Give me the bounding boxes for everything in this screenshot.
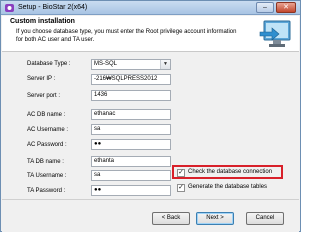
wizard-header: Custom installation If you choose databa…	[2, 16, 299, 52]
ac-db-name-input[interactable]: ethanac	[91, 109, 171, 120]
generate-tables-option[interactable]: ✓ Generate the database tables	[177, 184, 281, 194]
ta-password-input[interactable]: ●●	[91, 185, 171, 196]
page-title: Custom installation	[10, 18, 75, 25]
check-db-connection-label: Check the database connection	[188, 169, 273, 175]
generate-tables-label: Generate the database tables	[188, 184, 268, 190]
setup-computer-icon	[258, 18, 294, 50]
ta-username-label: TA Username :	[27, 173, 67, 179]
title-bar[interactable]: Setup - BioStar 2(x64) – ✕	[1, 1, 300, 15]
ac-db-name-label: AC DB name :	[27, 112, 66, 118]
cancel-button[interactable]: Cancel	[246, 212, 284, 225]
ta-db-name-label: TA DB name :	[27, 159, 64, 165]
server-port-input[interactable]: 1436	[91, 90, 171, 101]
window-title: Setup - BioStar 2(x64)	[18, 4, 88, 11]
biostar-app-icon	[5, 4, 14, 12]
database-type-value: MS-SQL	[94, 61, 118, 67]
generate-tables-checkbox[interactable]: ✓	[177, 184, 185, 192]
check-db-connection-option[interactable]: ✓ Check the database connection	[177, 169, 281, 179]
database-type-select[interactable]: MS-SQL ▼	[91, 59, 171, 70]
ac-password-input[interactable]: ●●	[91, 139, 171, 150]
chevron-down-icon[interactable]: ▼	[160, 60, 170, 69]
ta-username-input[interactable]: sa	[91, 170, 171, 181]
ac-password-label: AC Password :	[27, 142, 67, 148]
setup-window: Setup - BioStar 2(x64) – ✕ Custom instal…	[0, 0, 301, 232]
minimize-icon[interactable]: –	[256, 2, 274, 13]
server-port-label: Server port :	[27, 93, 61, 99]
server-ip-label: Server IP :	[27, 76, 56, 82]
database-type-label: Database Type :	[27, 61, 71, 67]
check-db-connection-checkbox[interactable]: ✓	[177, 169, 185, 177]
back-button[interactable]: < Back	[152, 212, 190, 225]
ac-username-label: AC Username :	[27, 127, 69, 133]
page-description: If you choose database type, you must en…	[16, 29, 237, 43]
next-button[interactable]: Next >	[196, 212, 234, 225]
ac-username-input[interactable]: sa	[91, 124, 171, 135]
ta-db-name-input[interactable]: ethanta	[91, 156, 171, 167]
ta-password-label: TA Password :	[27, 188, 66, 194]
server-ip-input[interactable]: -216₩SQLPRESS2012	[91, 74, 171, 85]
close-icon[interactable]: ✕	[276, 2, 296, 13]
